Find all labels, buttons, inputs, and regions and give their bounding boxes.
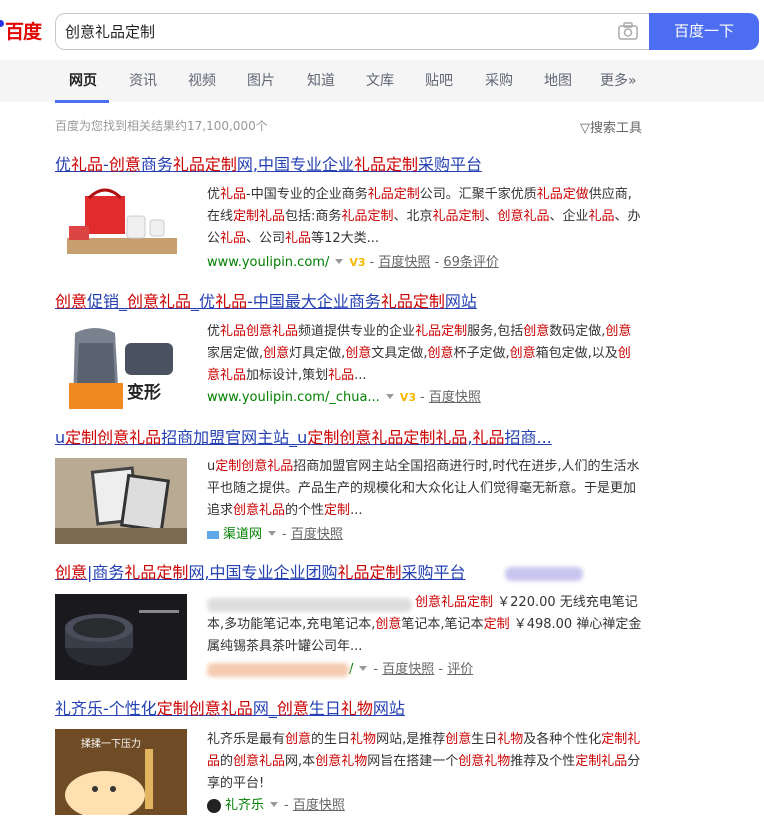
- tab-web[interactable]: 网页: [69, 73, 97, 89]
- thumb-caption: 变形: [127, 383, 161, 403]
- result-2-abstract: 优礼品创意礼品频道提供专业的企业礼品定制服务,包括创意数码定做,创意家居定做,创…: [207, 324, 632, 383]
- result-3-url[interactable]: 渠道网: [223, 527, 262, 542]
- result-3-thumbnail[interactable]: [55, 458, 187, 544]
- v3-badge[interactable]: V3: [400, 391, 416, 404]
- result-5-source: 礼齐乐 - 百度快照: [207, 797, 345, 815]
- filter-icon: ▽: [580, 121, 590, 136]
- result-1-reviews[interactable]: 69条评价: [443, 255, 499, 270]
- dropdown-icon[interactable]: [268, 531, 277, 536]
- top-bar: 百度 创意礼品定制 百度一下: [0, 0, 764, 60]
- tab-video[interactable]: 视频: [188, 73, 216, 89]
- gift-set-image: [55, 186, 187, 272]
- result-1-title[interactable]: 优礼品-创意商务礼品定制网,中国专业企业礼品定制采购平台: [55, 155, 482, 175]
- result-4-thumbnail[interactable]: [55, 594, 187, 680]
- result-1-snapshot[interactable]: 百度快照: [378, 255, 430, 270]
- result-1-url[interactable]: www.youlipin.com/: [207, 255, 329, 270]
- result-5-abstract: 礼齐乐是最有创意的生日礼物网站,是推荐创意生日礼物及各种个性化定制礼品的创意礼品…: [207, 732, 641, 791]
- result-2-snapshot[interactable]: 百度快照: [429, 390, 481, 405]
- tab-tieba[interactable]: 贴吧: [425, 73, 453, 89]
- result-stats: 百度为您找到相关结果约17,100,000个: [55, 119, 268, 133]
- result-2-title[interactable]: 创意促销_创意礼品_优礼品-中国最大企业商务礼品定制网站: [55, 292, 477, 312]
- active-tab-indicator: [55, 100, 109, 103]
- photo-frame-image: [55, 458, 187, 544]
- result-1-source: www.youlipin.com/V3- 百度快照 - 69条评价: [207, 255, 499, 270]
- result-5-title[interactable]: 礼齐乐-个性化定制创意礼品网_创意生日礼物网站: [55, 699, 405, 719]
- search-query[interactable]: 创意礼品定制: [65, 22, 155, 42]
- search-input[interactable]: 创意礼品定制: [55, 13, 650, 50]
- result-4-abstract: 创意礼品定制 ￥220.00 无线充电笔记本,多功能笔记本,充电笔记本,创意笔记…: [207, 595, 642, 654]
- tab-news[interactable]: 资讯: [129, 73, 157, 89]
- tab-images[interactable]: 图片: [247, 73, 275, 89]
- result-4-source: / - 百度快照 - 评价: [207, 661, 473, 679]
- result-3-abstract: u定制创意礼品招商加盟官网主站全国招商进行时,时代在进步,人们的生活水平也随之提…: [207, 459, 640, 518]
- dropdown-icon[interactable]: [335, 259, 344, 264]
- result-4-title[interactable]: 创意|商务礼品定制网,中国专业企业团购礼品定制采购平台: [55, 563, 466, 583]
- tab-more[interactable]: 更多»: [600, 73, 637, 89]
- baidu-logo[interactable]: 百度: [0, 18, 48, 46]
- dropdown-icon[interactable]: [359, 666, 368, 671]
- result-3-title[interactable]: u定制创意礼品招商加盟官网主站_u定制创意礼品定制礼品,礼品招商...: [55, 428, 552, 448]
- thumb-caption: 揉揉一下压力: [81, 739, 141, 750]
- tab-purchase[interactable]: 采购: [485, 73, 513, 89]
- search-button[interactable]: 百度一下: [649, 13, 759, 50]
- result-3-source: 渠道网 - 百度快照: [207, 526, 343, 544]
- result-2-source: www.youlipin.com/_chua... V3- 百度快照: [207, 390, 481, 405]
- result-1-thumbnail[interactable]: [55, 186, 187, 272]
- result-3-snapshot[interactable]: 百度快照: [291, 527, 343, 542]
- paw-icon: [0, 20, 4, 27]
- site-favicon: [207, 530, 219, 539]
- tab-wenku[interactable]: 文库: [366, 73, 394, 89]
- backpack-image: [55, 323, 187, 409]
- result-4-snapshot[interactable]: 百度快照: [382, 662, 434, 677]
- redacted-region: [207, 662, 349, 677]
- search-tools-button[interactable]: ▽搜索工具: [580, 117, 642, 136]
- result-4-url[interactable]: /: [349, 662, 353, 677]
- result-2-thumbnail[interactable]: 变形: [55, 323, 187, 409]
- tab-zhidao[interactable]: 知道: [307, 73, 335, 89]
- tab-map[interactable]: 地图: [544, 73, 572, 89]
- result-4-reviews[interactable]: 评价: [447, 662, 473, 677]
- tab-bar: 网页 资讯 视频 图片 知道 文库 贴吧 采购 地图 更多»: [0, 60, 764, 102]
- speaker-image: [55, 594, 187, 680]
- dropdown-icon[interactable]: [270, 802, 279, 807]
- result-5-thumbnail[interactable]: 揉揉一下压力: [55, 729, 187, 815]
- camera-icon[interactable]: [618, 22, 638, 40]
- redacted-region: [505, 567, 583, 581]
- site-favicon: [207, 798, 221, 813]
- result-2-url[interactable]: www.youlipin.com/_chua...: [207, 390, 380, 405]
- result-1-abstract: 优礼品-中国专业的企业商务礼品定制公司。汇聚千家优质礼品定做供应商,在线定制礼品…: [207, 187, 641, 246]
- v3-badge[interactable]: V3: [349, 256, 365, 269]
- dropdown-icon[interactable]: [385, 394, 394, 399]
- result-5-snapshot[interactable]: 百度快照: [293, 798, 345, 813]
- result-5-url[interactable]: 礼齐乐: [225, 798, 264, 813]
